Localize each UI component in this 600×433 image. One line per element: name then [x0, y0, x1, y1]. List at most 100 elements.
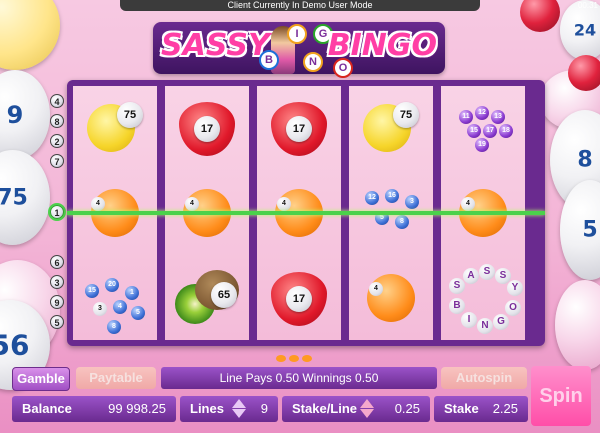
- symbol-orange: 4: [349, 256, 433, 340]
- line-indicator[interactable]: 4: [50, 94, 64, 108]
- coin-icon: [289, 355, 299, 362]
- bingo-letter-ball: S: [449, 278, 465, 294]
- win-message: Line Pays 0.50 Winnings 0.50: [161, 367, 437, 389]
- grape-ball: 12: [475, 106, 489, 120]
- symbol-grapes: 11 12 13 15 17 18 19: [441, 86, 525, 170]
- bingo-letter-ball: I: [461, 312, 477, 328]
- stake-value: 2.25: [492, 401, 518, 416]
- lines-value: 9: [260, 401, 268, 416]
- stake-line-panel: Stake/Line 0.25: [282, 396, 430, 422]
- bg-ball-number: 9: [6, 101, 24, 129]
- coin-icon: [276, 355, 286, 362]
- lines-label: Lines: [190, 401, 224, 416]
- line-indicator-active[interactable]: 1: [50, 205, 64, 219]
- symbol-ball: 4: [277, 197, 291, 211]
- coin-indicator: [276, 349, 315, 367]
- symbol-blueberries: 15 20 1 3 4 5 8: [73, 256, 157, 340]
- symbol-strawberry: 17: [257, 256, 341, 340]
- line-indicator[interactable]: 2: [50, 134, 64, 148]
- line-indicator[interactable]: 6: [50, 255, 64, 269]
- bg-bingo-ball: 75: [0, 150, 50, 245]
- symbol-ball: 17: [194, 116, 220, 142]
- grape-ball: 13: [491, 110, 505, 124]
- stake-up-arrow-icon[interactable]: [360, 399, 374, 408]
- total-stake-panel: Stake 2.25: [434, 396, 528, 422]
- symbol-ball: 17: [286, 116, 312, 142]
- bingo-letter-ball: A: [463, 268, 479, 284]
- autospin-button[interactable]: Autospin: [441, 367, 527, 389]
- berry-ball: 15: [85, 284, 99, 298]
- symbol-ball: 75: [117, 102, 143, 128]
- lines-up-arrow-icon[interactable]: [232, 399, 246, 408]
- paytable-button[interactable]: Paytable: [76, 367, 156, 389]
- symbol-lemon: 75: [73, 86, 157, 170]
- bingo-letter-ball: Y: [507, 280, 523, 296]
- spin-button[interactable]: Spin: [531, 366, 591, 426]
- line-indicator[interactable]: 7: [50, 154, 64, 168]
- bg-bingo-ball: [0, 0, 60, 70]
- bg-ball-number: 56: [0, 328, 30, 362]
- berry-ball: 8: [395, 215, 409, 229]
- symbol-ball: 4: [91, 197, 105, 211]
- bingo-letter-ball: O: [505, 300, 521, 316]
- bg-ball-number: 75: [0, 185, 28, 210]
- demo-mode-banner: Client Currently In Demo User Mode: [120, 0, 480, 11]
- berry-ball: 4: [113, 300, 127, 314]
- grape-ball: 18: [499, 124, 513, 138]
- line-indicator[interactable]: 5: [50, 315, 64, 329]
- bg-ball-number: 24: [573, 20, 597, 40]
- line-indicator[interactable]: 8: [50, 114, 64, 128]
- bg-ball-number: 5: [582, 217, 598, 243]
- balance-value: 99 998.25: [108, 401, 166, 416]
- balance-label: Balance: [22, 401, 72, 416]
- bingo-letter-ball: N: [477, 318, 493, 334]
- berry-ball: 8: [107, 320, 121, 334]
- lines-stepper[interactable]: [230, 398, 248, 420]
- berry-ball: 1: [125, 286, 139, 300]
- logo-word-sassy: SASSY: [161, 28, 270, 63]
- stake-line-stepper[interactable]: [358, 398, 376, 420]
- bg-bingo-ball: [555, 280, 600, 370]
- logo-ball-b: B: [259, 50, 279, 70]
- berry-ball: 3: [93, 302, 107, 316]
- grape-ball: 17: [483, 124, 497, 138]
- logo-ball-i: I: [287, 24, 307, 44]
- line-indicator[interactable]: 9: [50, 295, 64, 309]
- bingo-letter-ball: S: [479, 264, 495, 280]
- bg-cherry: [568, 55, 600, 91]
- stake-line-label: Stake/Line: [292, 401, 358, 416]
- stake-line-value: 0.25: [394, 401, 420, 416]
- bg-cherry: [520, 0, 560, 32]
- symbol-ball: 17: [286, 286, 312, 312]
- stake-down-arrow-icon[interactable]: [360, 409, 374, 418]
- bg-ball-number: 8: [577, 147, 593, 173]
- berry-ball: 20: [105, 278, 119, 292]
- bg-bingo-ball: 9: [0, 70, 50, 160]
- bingo-letter-ball: B: [449, 298, 465, 314]
- game-logo: SASSY I G B N O BINGO: [153, 22, 445, 78]
- symbol-strawberry: 17: [257, 86, 341, 170]
- grape-ball: 11: [459, 110, 473, 124]
- symbol-ball: 65: [211, 282, 237, 308]
- grape-ball: 19: [475, 138, 489, 152]
- bingo-letter-ball: G: [493, 314, 509, 330]
- symbol-lemon: 75: [349, 86, 433, 170]
- berry-ball: 16: [385, 189, 399, 203]
- line-indicator[interactable]: 3: [50, 275, 64, 289]
- lines-down-arrow-icon[interactable]: [232, 409, 246, 418]
- logo-word-bingo: BINGO: [327, 28, 437, 63]
- grape-ball: 15: [467, 124, 481, 138]
- clock: 00:31: [577, 1, 598, 10]
- coin-icon: [302, 355, 312, 362]
- logo-ball-n: N: [303, 52, 323, 72]
- symbol-ball: 75: [393, 102, 419, 128]
- balance-panel: Balance 99 998.25: [12, 396, 176, 422]
- symbol-ball: 4: [185, 197, 199, 211]
- berry-ball: 12: [365, 191, 379, 205]
- lines-panel: Lines 9: [180, 396, 278, 422]
- symbol-kiwi: 65: [165, 256, 249, 340]
- berry-ball: 5: [131, 306, 145, 320]
- winning-payline: [67, 211, 545, 215]
- gamble-button[interactable]: Gamble: [12, 367, 70, 391]
- symbol-strawberry: 17: [165, 86, 249, 170]
